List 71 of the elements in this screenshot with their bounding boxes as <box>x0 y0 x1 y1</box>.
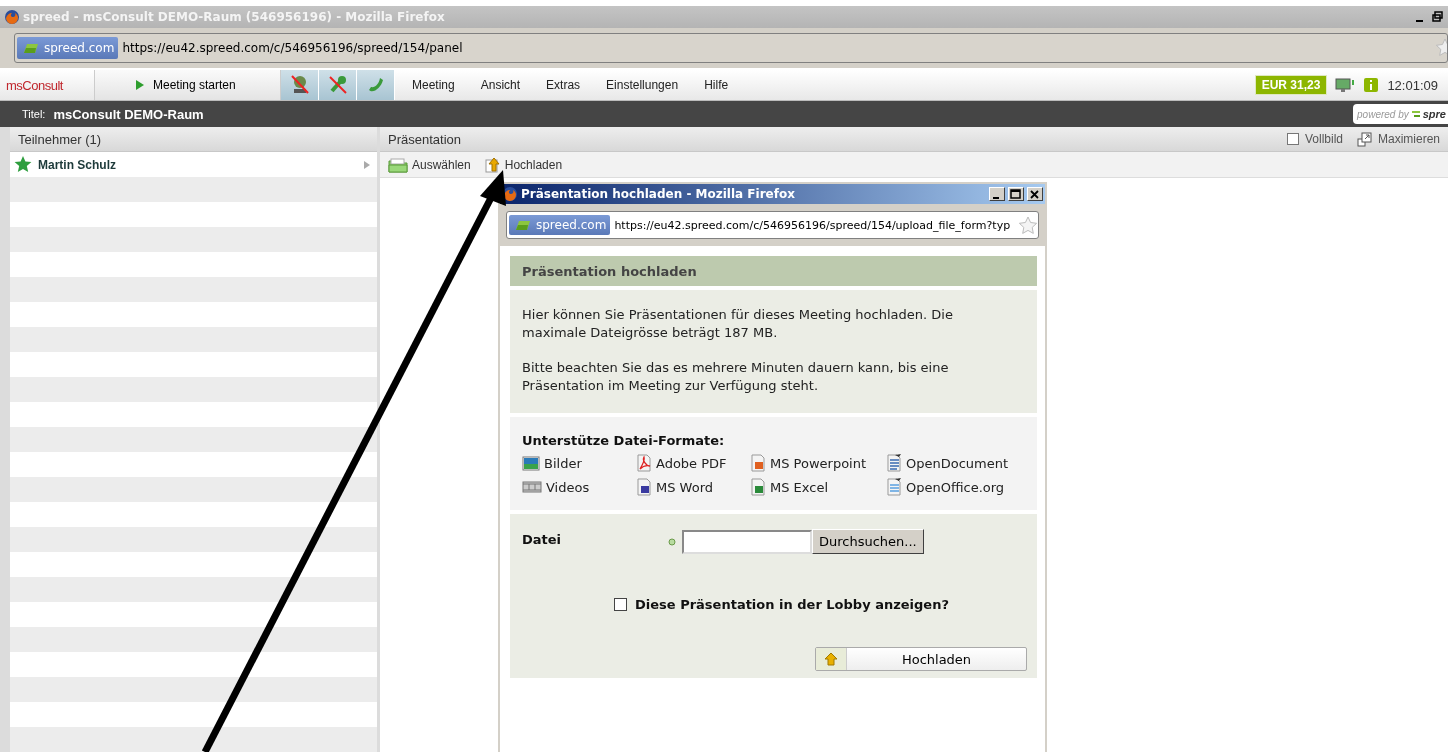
info-paragraph: Bitte beachten Sie das es mehrere Minuten dauern kann, bis eine Präsentation im Meeting zur Verfügung steht. <box>522 359 950 395</box>
upload-arrow-icon <box>824 652 838 667</box>
webcam-off-icon[interactable] <box>288 74 311 96</box>
format-label: Videos <box>546 479 590 495</box>
panel-header: Präsentation <box>388 131 461 147</box>
menu-item[interactable]: Einstellungen <box>593 78 692 92</box>
lobby-checkbox[interactable]: Diese Präsentation in der Lobby anzeigen? <box>614 593 1027 616</box>
start-meeting-button[interactable]: Meeting starten <box>95 70 281 100</box>
participant-name: Martin Schulz <box>38 157 117 172</box>
url-text: https://eu42.spreed.com/c/546956196/spreed/154/upload_file_form?typ <box>614 218 1012 232</box>
picture-icon <box>522 454 540 472</box>
section-heading: Präsentation hochladen <box>510 256 1037 286</box>
monitor-icon[interactable] <box>1335 77 1356 93</box>
format-label: Bilder <box>544 455 582 471</box>
powered-by-text: powered by <box>1357 108 1409 120</box>
format-label: OpenOffice.org <box>906 479 1005 495</box>
room-title: msConsult DEMO-Raum <box>53 106 205 122</box>
presentation-document-icon <box>750 454 766 472</box>
url-text: https://eu42.spreed.com/c/546956196/spreed/154/panel <box>122 41 464 55</box>
format-label: MS Word <box>656 479 713 495</box>
format-label: OpenDocument <box>906 455 1009 471</box>
site-identity-label: spreed.com <box>536 218 607 232</box>
bookmark-star-icon[interactable] <box>1435 38 1447 58</box>
file-label: Datei <box>522 531 563 549</box>
info-paragraph: Hier können Sie Präsentationen für dieses Meeting hochladen. Die maximale Dateigrösse beträgt 187 MB. <box>522 306 954 342</box>
browse-button[interactable]: Durchsuchen... <box>812 529 924 555</box>
maximize-icon[interactable] <box>1009 188 1023 200</box>
bookmark-star-icon[interactable] <box>1018 215 1038 235</box>
address-bar[interactable]: spreed.com https://eu42.spreed.com/c/546956196/spreed/154/upload_file_form?typ <box>506 211 1039 239</box>
close-icon[interactable] <box>1028 188 1042 200</box>
upload-button[interactable]: Hochladen <box>815 647 1027 672</box>
balance-badge: EUR 31,23 <box>1254 75 1328 95</box>
menu-item[interactable]: Meeting <box>399 78 468 92</box>
fullscreen-checkbox[interactable]: Vollbild <box>1286 132 1343 146</box>
play-icon <box>135 79 145 91</box>
company-logo: msConsult <box>6 78 65 92</box>
folder-icon <box>388 156 408 173</box>
expand-arrow-icon[interactable] <box>363 159 371 170</box>
menu-item[interactable]: Hilfe <box>691 78 742 92</box>
window-title: spreed - msConsult DEMO-Raum (546956196) - Mozilla Firefox <box>23 10 446 24</box>
formats-heading: Unterstütze Datei-Formate: <box>522 433 726 448</box>
brand-name: spre <box>1422 108 1446 120</box>
title-label: Titel: <box>22 108 46 120</box>
menu-item[interactable]: Ansicht <box>467 78 534 92</box>
panel-header: Teilnehmer (1) <box>10 127 377 152</box>
star-icon <box>14 156 32 173</box>
format-label: MS Powerpoint <box>770 455 867 471</box>
menu-item[interactable]: Extras <box>533 78 594 92</box>
maximize-button[interactable]: Maximieren <box>1357 131 1440 147</box>
site-identity-label: spreed.com <box>44 41 115 55</box>
office-document-icon <box>886 478 902 496</box>
firefox-logo-icon <box>4 9 20 25</box>
address-bar[interactable]: spreed.com https://eu42.spreed.com/c/546956196/spreed/154/panel <box>14 33 1448 63</box>
info-icon[interactable] <box>1363 77 1380 93</box>
pdf-document-icon <box>636 454 652 472</box>
spreadsheet-document-icon <box>750 478 766 496</box>
file-input-field[interactable] <box>682 529 812 554</box>
microphone-off-icon[interactable] <box>326 74 349 96</box>
brand-mark-icon <box>1411 109 1420 119</box>
text-document-icon <box>886 454 902 472</box>
toolbar-button[interactable]: Hochladen <box>484 156 563 173</box>
restore-icon[interactable] <box>1430 10 1444 24</box>
format-label: MS Excel <box>770 479 829 495</box>
required-dot-icon <box>668 537 676 546</box>
word-document-icon <box>636 478 652 496</box>
film-strip-icon <box>522 478 542 496</box>
dialog-title: Präsentation hochladen - Mozilla Firefox <box>521 187 796 201</box>
toolbar-button[interactable]: Auswählen <box>388 156 471 173</box>
maximize-icon <box>1357 131 1372 147</box>
format-label: Adobe PDF <box>656 455 727 471</box>
clock-time: 12:01:09 <box>1387 77 1438 93</box>
